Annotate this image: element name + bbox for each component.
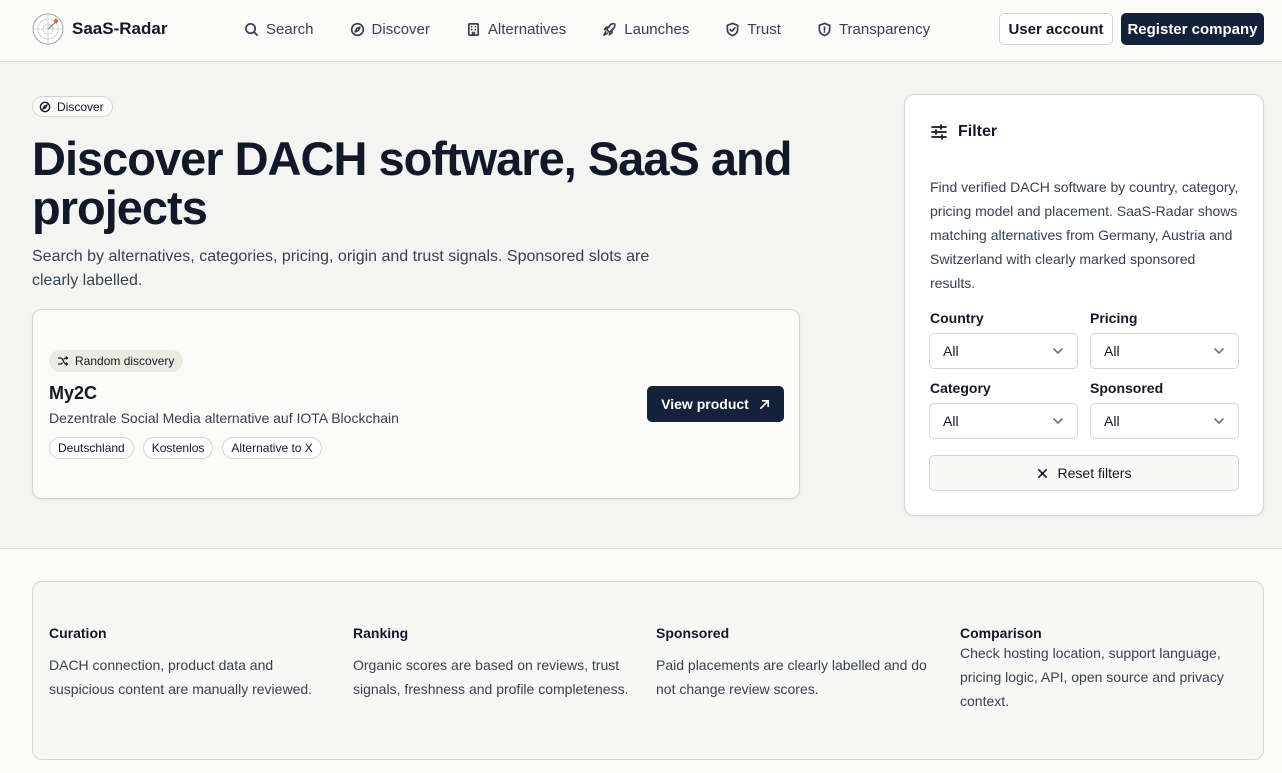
brand-name: SaaS-Radar [72,19,168,38]
pricing-value: All [1104,343,1120,359]
product-description: Dezentrale Social Media alternative auf … [49,410,399,426]
sponsored-label: Sponsored [1090,380,1164,396]
nav-label: Alternatives [487,20,567,38]
pricing-select[interactable]: All [1090,333,1239,369]
register-company-button[interactable]: Register company [1121,13,1264,45]
building-icon [467,22,479,36]
view-product-button[interactable]: View product [647,386,784,422]
info-card: Curation DACH connection, product data a… [32,581,1264,760]
view-product-label: View product [661,396,749,412]
arrow-up-right-icon [759,399,769,409]
info-title: Sponsored [656,625,730,641]
chevron-down-icon [1053,348,1063,354]
country-value: All [943,343,959,359]
nav-alternatives[interactable]: Alternatives [466,21,566,38]
filter-header: Filter [930,123,997,141]
info-text: DACH connection, product data and suspic… [49,657,313,697]
reset-filters-label: Reset filters [1057,465,1132,481]
nav-search[interactable]: Search [244,21,314,38]
nav-label: Search [266,20,314,38]
info-text: Check hosting location, support language… [960,645,1224,709]
user-account-button[interactable]: User account [999,13,1113,45]
product-tags: Deutschland Kostenlos Alternative to X [49,437,322,459]
info-text: Paid placements are clearly labelled and… [656,657,927,697]
category-value: All [943,413,959,429]
filter-panel: Filter Find verified DACH software by co… [904,94,1264,516]
shield-check-icon [726,22,739,36]
compass-icon [350,22,364,36]
info-sponsored: Sponsored Paid placements are clearly la… [656,625,946,701]
random-discovery-card: Random discovery My2C Dezentrale Social … [32,309,800,499]
close-icon [1037,468,1047,478]
sponsored-select[interactable]: All [1090,403,1239,439]
brand-logo[interactable]: SaaS-Radar [32,13,167,45]
nav-launches[interactable]: Launches [602,21,689,38]
nav-label: Launches [624,20,690,38]
shuffle-icon [57,356,69,366]
info-title: Ranking [353,625,409,641]
tag-alternative: Alternative to X [222,437,322,459]
info-text: Organic scores are based on reviews, tru… [353,657,629,697]
random-discovery-chip: Random discovery [49,350,184,372]
pricing-label: Pricing [1090,310,1138,326]
nav-label: Transparency [838,20,931,38]
country-label: Country [930,310,984,326]
badge-label: Discover [57,99,104,114]
product-name[interactable]: My2C [49,383,97,404]
tag-pricing: Kostenlos [142,437,214,459]
nav-discover[interactable]: Discover [350,21,430,38]
reset-filters-button[interactable]: Reset filters [929,455,1239,491]
top-header: SaaS-Radar Search Discover Alternatives … [0,0,1282,62]
info-ranking: Ranking Organic scores are based on revi… [353,625,643,701]
category-label: Category [930,380,991,396]
rocket-icon [603,22,616,36]
main-nav: Search Discover Alternatives Launches Tr… [244,0,966,58]
filter-title: Filter [958,123,998,140]
filter-description: Find verified DACH software by country, … [930,179,1239,291]
info-section: Curation DACH connection, product data a… [0,548,1282,773]
chip-label: Random discovery [75,354,175,368]
chevron-down-icon [1214,418,1224,424]
info-title: Curation [49,625,107,641]
discover-badge: Discover [32,96,113,117]
category-select[interactable]: All [929,403,1078,439]
search-icon [245,22,258,36]
nav-transparency[interactable]: Transparency [817,21,930,38]
country-select[interactable]: All [929,333,1078,369]
compass-icon [39,101,51,112]
radar-logo-icon [32,13,64,45]
page-subtitle: Search by alternatives, categories, pric… [32,248,650,289]
chevron-down-icon [1053,418,1063,424]
info-curation: Curation DACH connection, product data a… [49,625,339,701]
tag-country: Deutschland [49,437,134,459]
sponsored-value: All [1104,413,1120,429]
sliders-icon [931,124,947,140]
info-comparison: Comparison Check hosting location, suppo… [960,625,1250,713]
nav-label: Trust [747,20,781,38]
info-title: Comparison [960,625,1042,641]
chevron-down-icon [1214,348,1224,354]
nav-trust[interactable]: Trust [725,21,781,38]
nav-label: Discover [371,20,430,38]
shield-icon [818,22,831,36]
page-title: Discover DACH software, SaaS and project… [32,132,792,234]
